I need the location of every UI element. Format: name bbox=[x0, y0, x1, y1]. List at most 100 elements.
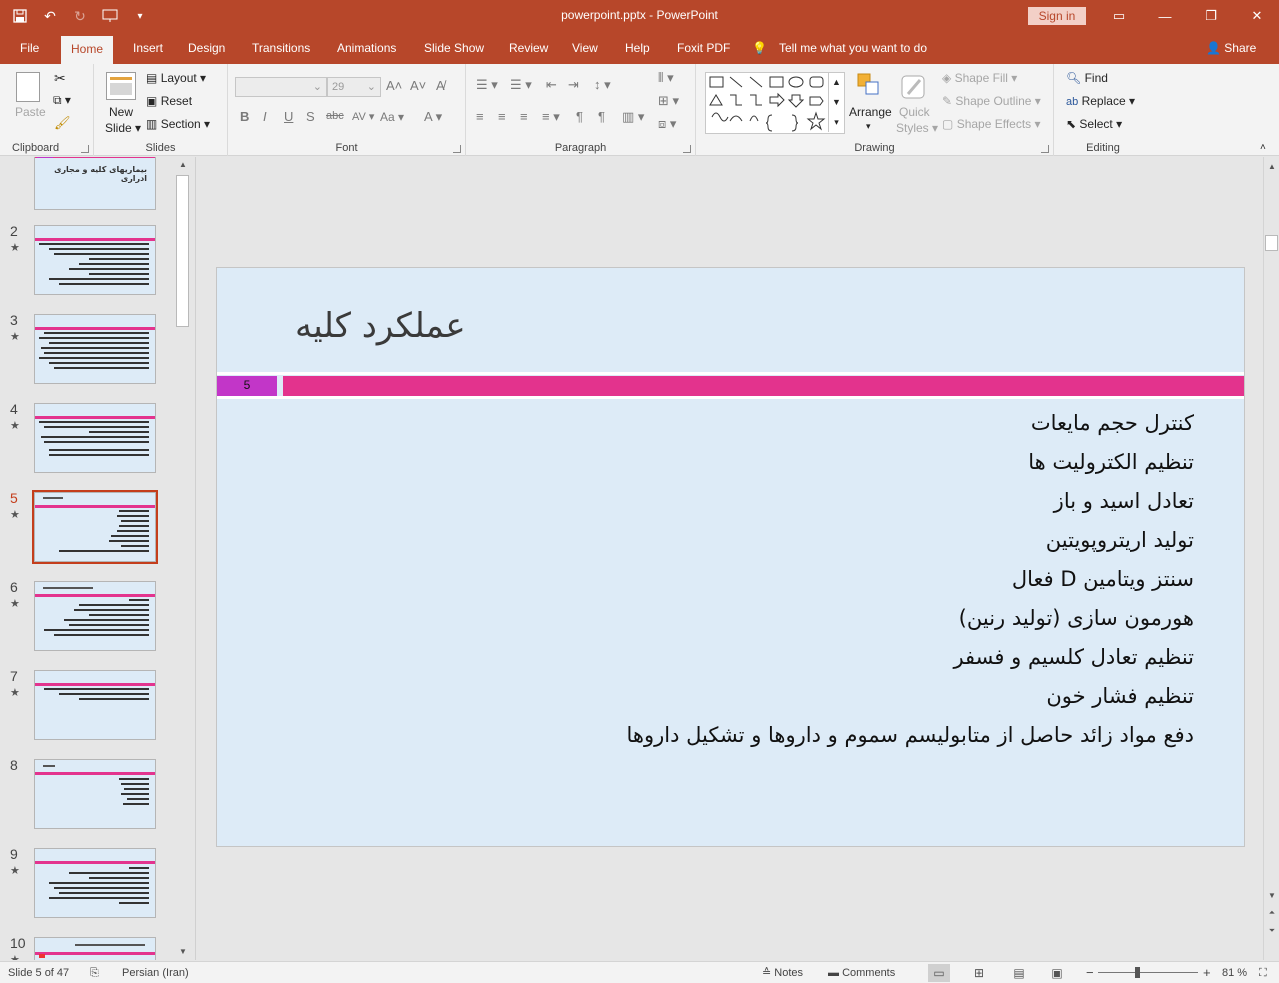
increase-font-icon[interactable]: A˄ bbox=[386, 78, 402, 93]
align-text-icon[interactable]: ⊞ ▾ bbox=[658, 93, 679, 109]
reading-view-icon[interactable]: ▤ bbox=[1008, 964, 1030, 982]
slide-title[interactable]: عملکرد کلیه bbox=[295, 306, 466, 346]
ltr-icon[interactable]: ¶ bbox=[576, 109, 583, 124]
new-slide-dropdown[interactable]: Slide ▾ bbox=[105, 121, 141, 135]
decrease-indent-icon[interactable]: ⇤ bbox=[546, 77, 557, 93]
minimize-icon[interactable]: — bbox=[1142, 0, 1188, 32]
clear-formatting-icon[interactable]: A̸ bbox=[436, 78, 445, 93]
replace-button[interactable]: ab Replace ▾ bbox=[1066, 94, 1135, 108]
scroll-down-icon[interactable]: ▼ bbox=[177, 946, 189, 958]
layout-button[interactable]: ▤ Layout ▾ bbox=[146, 71, 206, 85]
paragraph-launcher-icon[interactable] bbox=[683, 145, 691, 153]
current-slide[interactable]: عملکرد کلیه 5 کنترل حجم مایعات تنظیم الک… bbox=[216, 267, 1245, 847]
section-button[interactable]: ▥ Section ▾ bbox=[146, 117, 210, 131]
align-center-icon[interactable]: ≡ bbox=[498, 109, 506, 124]
slide-scroll-thumb[interactable] bbox=[1265, 235, 1278, 251]
select-button[interactable]: ⬉ Select ▾ bbox=[1066, 117, 1122, 131]
underline-icon[interactable]: U bbox=[284, 109, 293, 124]
tab-review[interactable]: Review bbox=[499, 32, 558, 64]
rtl-icon[interactable]: ¶ bbox=[598, 109, 605, 124]
zoom-slider-knob[interactable] bbox=[1135, 967, 1140, 978]
share-button[interactable]: 👤 Share bbox=[1206, 32, 1256, 64]
previous-slide-icon[interactable]: ⏶ bbox=[1266, 907, 1278, 919]
sign-in-button[interactable]: Sign in bbox=[1028, 7, 1086, 25]
text-direction-icon[interactable]: ⫴ ▾ bbox=[658, 70, 674, 86]
clipboard-launcher-icon[interactable] bbox=[81, 145, 89, 153]
save-icon[interactable] bbox=[8, 4, 32, 28]
font-size-select[interactable]: 29 ⌄ bbox=[327, 77, 381, 97]
fit-slide-icon[interactable]: ⛶ bbox=[1259, 962, 1267, 983]
columns-icon[interactable]: ▥ ▾ bbox=[622, 109, 644, 125]
slide-sorter-icon[interactable]: ⊞ bbox=[968, 964, 990, 982]
change-case-icon[interactable]: Aa ▾ bbox=[380, 110, 404, 124]
tab-insert[interactable]: Insert bbox=[123, 32, 173, 64]
shape-effects-button[interactable]: ▢ Shape Effects ▾ bbox=[942, 117, 1041, 131]
font-launcher-icon[interactable] bbox=[453, 145, 461, 153]
zoom-level[interactable]: 81 % bbox=[1222, 962, 1247, 983]
arrange-icon[interactable] bbox=[856, 72, 882, 98]
quick-styles-label[interactable]: Quick bbox=[899, 105, 930, 119]
font-name-select[interactable]: ⌄ bbox=[235, 77, 327, 97]
smartart-icon[interactable]: ⧈ ▾ bbox=[658, 116, 676, 132]
quick-styles-icon[interactable] bbox=[900, 72, 930, 105]
cut-icon[interactable]: ✂ bbox=[54, 70, 66, 87]
tab-help[interactable]: Help bbox=[615, 32, 660, 64]
ribbon-display-options-icon[interactable]: ▭ bbox=[1096, 0, 1142, 32]
notes-button[interactable]: ≙ Notes bbox=[762, 962, 803, 983]
new-slide-label[interactable]: New bbox=[109, 105, 133, 119]
tab-animations[interactable]: Animations bbox=[327, 32, 406, 64]
quick-styles-dropdown[interactable]: Styles ▾ bbox=[896, 121, 938, 135]
shape-fill-button[interactable]: ◈ Shape Fill ▾ bbox=[942, 71, 1017, 85]
slide-scrollbar[interactable]: ▲ ▼ ⏶ ⏷ bbox=[1263, 157, 1279, 960]
find-button[interactable]: 🔍︎ Find bbox=[1066, 71, 1108, 85]
comments-button[interactable]: ▬ Comments bbox=[828, 962, 895, 983]
bold-icon[interactable]: B bbox=[240, 109, 249, 124]
thumbnail-scroll-thumb[interactable] bbox=[176, 175, 189, 327]
paste-icon[interactable] bbox=[16, 72, 40, 102]
scroll-up-icon[interactable]: ▲ bbox=[1266, 161, 1278, 173]
tab-file[interactable]: File bbox=[10, 32, 49, 64]
decrease-font-icon[interactable]: A˅ bbox=[410, 78, 426, 93]
drawing-launcher-icon[interactable] bbox=[1041, 145, 1049, 153]
tab-slide-show[interactable]: Slide Show bbox=[414, 32, 494, 64]
align-right-icon[interactable]: ≡ bbox=[520, 109, 528, 124]
customize-qat-icon[interactable]: ▾ bbox=[128, 4, 152, 28]
language-indicator[interactable]: Persian (Iran) bbox=[122, 962, 189, 983]
close-icon[interactable]: ✕ bbox=[1234, 0, 1279, 32]
tab-foxit-pdf[interactable]: Foxit PDF bbox=[667, 32, 740, 64]
italic-icon[interactable]: I bbox=[263, 109, 267, 124]
slide-content-list[interactable]: کنترل حجم مایعات تنظیم الکترولیت ها تعاد… bbox=[294, 404, 1194, 755]
scroll-up-icon[interactable]: ▲ bbox=[177, 159, 189, 171]
zoom-out-icon[interactable]: − bbox=[1086, 962, 1094, 983]
format-painter-icon[interactable]: 🖌 bbox=[54, 115, 71, 131]
zoom-slider[interactable] bbox=[1098, 972, 1198, 973]
increase-indent-icon[interactable]: ⇥ bbox=[568, 77, 579, 93]
align-left-icon[interactable]: ≡ bbox=[476, 109, 484, 124]
arrange-button[interactable]: Arrange bbox=[849, 105, 892, 119]
copy-icon[interactable]: ⧉ ▾ bbox=[53, 93, 71, 108]
numbering-icon[interactable]: ☰ ▾ bbox=[510, 77, 532, 93]
thumbnail-scrollbar[interactable]: ▲ ▼ bbox=[174, 157, 191, 960]
shape-outline-button[interactable]: ✎ Shape Outline ▾ bbox=[942, 94, 1041, 108]
slide-show-icon[interactable]: ▣ bbox=[1046, 964, 1068, 982]
line-spacing-icon[interactable]: ↕ ▾ bbox=[594, 77, 611, 93]
collapse-ribbon-icon[interactable]: ˄ bbox=[1260, 142, 1266, 153]
tab-home[interactable]: Home bbox=[61, 36, 114, 64]
spelling-icon[interactable]: ⎘ bbox=[90, 962, 99, 983]
tab-design[interactable]: Design bbox=[178, 32, 235, 64]
strikethrough-icon[interactable]: abc bbox=[326, 110, 344, 122]
tell-me-search[interactable]: 💡 Tell me what you want to do bbox=[752, 32, 927, 64]
normal-view-icon[interactable]: ▭ bbox=[928, 964, 950, 982]
reset-button[interactable]: ▣ Reset bbox=[146, 94, 192, 108]
start-presentation-icon[interactable] bbox=[98, 4, 122, 28]
tab-transitions[interactable]: Transitions bbox=[242, 32, 320, 64]
restore-icon[interactable]: ❐ bbox=[1188, 0, 1234, 32]
next-slide-icon[interactable]: ⏷ bbox=[1266, 925, 1278, 937]
bullets-icon[interactable]: ☰ ▾ bbox=[476, 77, 498, 93]
shapes-gallery[interactable] bbox=[705, 72, 845, 134]
zoom-in-icon[interactable]: + bbox=[1203, 962, 1211, 983]
paste-button[interactable]: Paste bbox=[15, 105, 46, 119]
redo-icon[interactable]: ↻ bbox=[68, 4, 92, 28]
tab-view[interactable]: View bbox=[562, 32, 608, 64]
justify-icon[interactable]: ≡ ▾ bbox=[542, 109, 560, 125]
